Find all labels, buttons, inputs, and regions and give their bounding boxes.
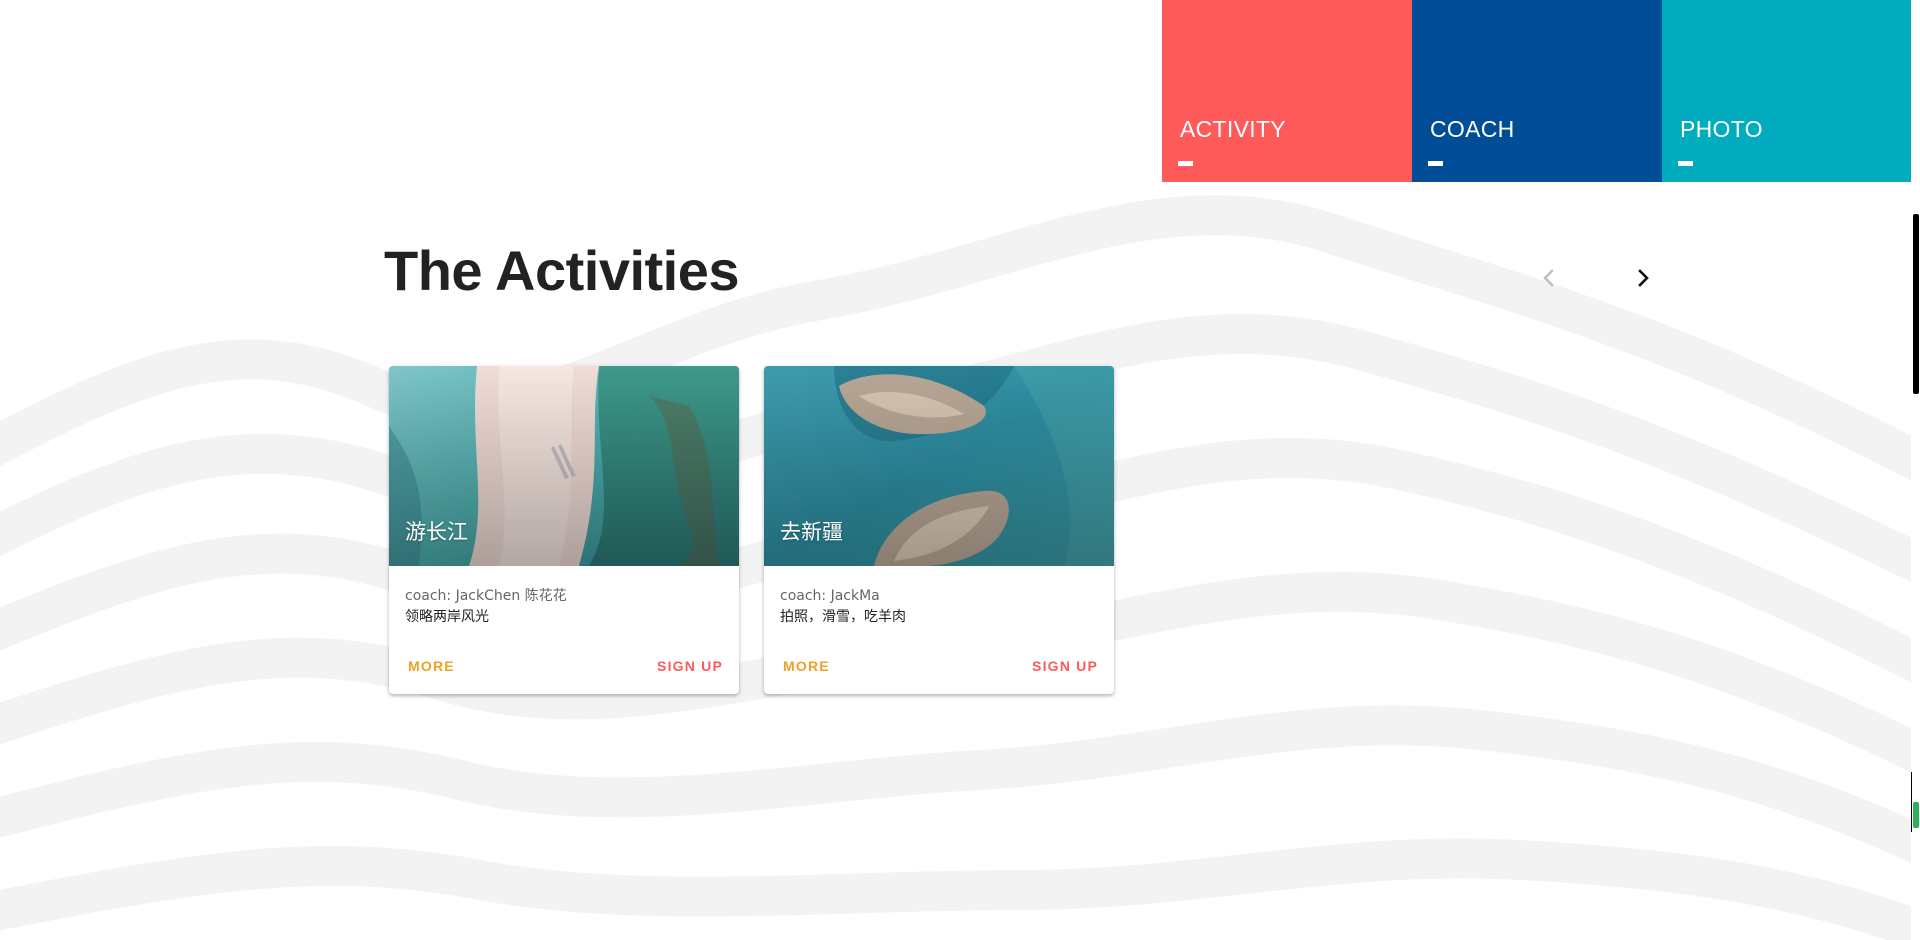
card-image: 去新疆 — [764, 366, 1114, 566]
scrollbar-thumb[interactable] — [1913, 214, 1919, 394]
activity-card: 游长江 coach: JackChen 陈花花 领略两岸风光 MORE SIGN… — [389, 366, 739, 694]
nav-tile-label: ACTIVITY — [1180, 116, 1286, 142]
card-image: 游长江 — [389, 366, 739, 566]
nav-tile-activity[interactable]: ACTIVITY — [1162, 0, 1412, 182]
nav-tile-dash — [1678, 161, 1693, 166]
activity-cards: 游长江 coach: JackChen 陈花花 领略两岸风光 MORE SIGN… — [389, 366, 1114, 694]
card-title: 去新疆 — [780, 520, 843, 544]
page: ACTIVITY COACH PHOTO The Activities 游长江 … — [0, 0, 1920, 940]
nav-tile-photo[interactable]: PHOTO — [1662, 0, 1912, 182]
sign-up-button[interactable]: SIGN UP — [1032, 658, 1098, 674]
nav-tile-coach[interactable]: COACH — [1412, 0, 1662, 182]
chevron-right-icon — [1638, 269, 1649, 287]
mini-scrollbar[interactable] — [1911, 772, 1920, 832]
nav-tile-label: PHOTO — [1680, 116, 1763, 142]
chevron-left-icon — [1543, 269, 1554, 287]
top-nav: ACTIVITY COACH PHOTO — [1162, 0, 1912, 182]
activity-card: 去新疆 coach: JackMa 拍照，滑雪，吃羊肉 MORE SIGN UP — [764, 366, 1114, 694]
card-description: 拍照，滑雪，吃羊肉 — [780, 609, 906, 625]
nav-tile-dash — [1428, 161, 1443, 166]
more-button[interactable]: MORE — [783, 658, 830, 674]
nav-tile-dash — [1178, 161, 1193, 166]
card-coach: coach: JackChen 陈花花 — [405, 588, 567, 604]
card-coach: coach: JackMa — [780, 588, 880, 604]
more-button[interactable]: MORE — [408, 658, 455, 674]
carousel-next-button[interactable] — [1631, 266, 1655, 290]
section-title: The Activities — [384, 239, 740, 302]
carousel-prev-button[interactable] — [1537, 266, 1561, 290]
mini-scrollbar-thumb[interactable] — [1913, 802, 1919, 828]
sign-up-button[interactable]: SIGN UP — [657, 658, 723, 674]
card-title: 游长江 — [405, 520, 468, 544]
card-description: 领略两岸风光 — [405, 609, 489, 625]
nav-tile-label: COACH — [1430, 116, 1515, 142]
